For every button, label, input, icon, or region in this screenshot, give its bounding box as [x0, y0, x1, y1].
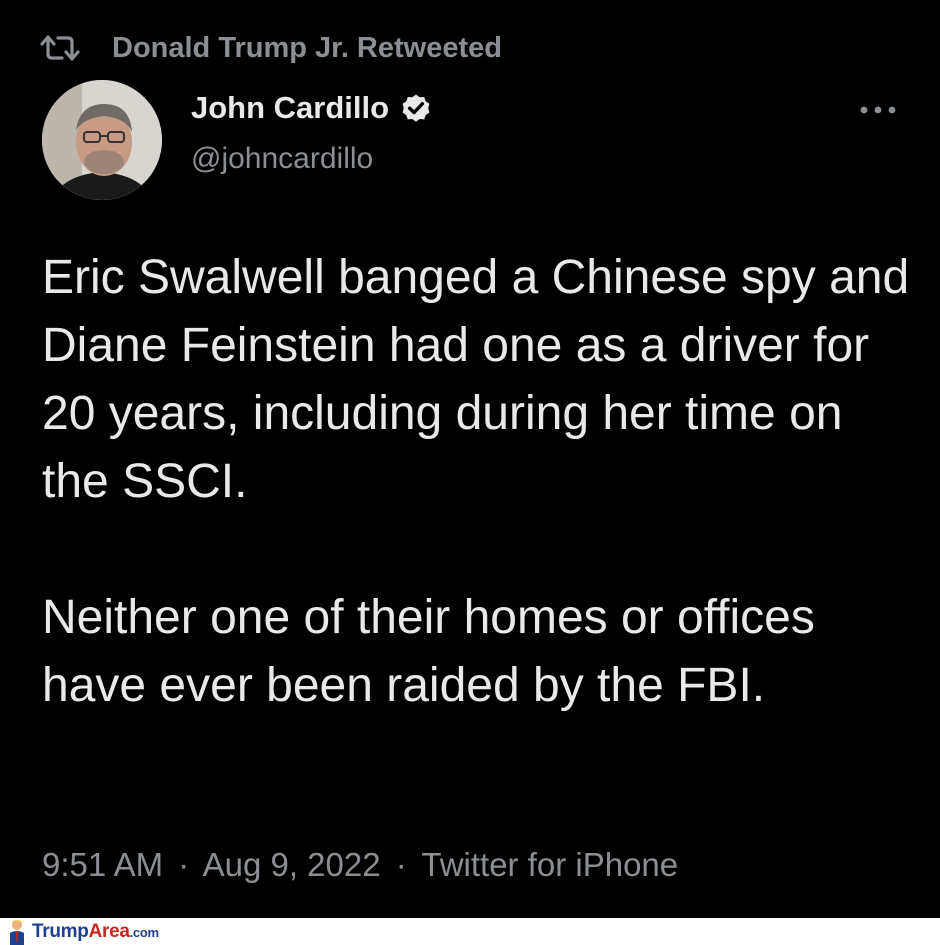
avatar-photo: [42, 80, 162, 200]
tweet-paragraph: Neither one of their homes or offices ha…: [42, 591, 815, 712]
watermark-figure-icon: [10, 920, 24, 945]
watermark-text: TrumpArea.com: [32, 921, 159, 943]
watermark: TrumpArea.com: [0, 918, 215, 945]
verified-badge-icon: [402, 94, 430, 122]
watermark-text-part: .com: [129, 924, 159, 940]
meta-separator: ·: [395, 846, 407, 883]
tweet-paragraph: Eric Swalwell banged a Chinese spy and D…: [42, 251, 910, 508]
author-name[interactable]: John Cardillo: [191, 90, 389, 126]
tweet-date[interactable]: Aug 9, 2022: [203, 846, 381, 883]
more-options-icon[interactable]: [858, 98, 898, 122]
retweet-context[interactable]: Donald Trump Jr. Retweeted: [40, 30, 502, 66]
watermark-text-part: Trump: [32, 920, 89, 942]
author-handle[interactable]: @johncardillo: [191, 142, 373, 176]
tweet-meta: 9:51 AM · Aug 9, 2022 · Twitter for iPho…: [42, 846, 678, 884]
retweet-icon: [40, 35, 80, 61]
footer-bar: TrumpArea.com: [0, 918, 940, 945]
watermark-text-part: Area: [88, 920, 130, 942]
avatar[interactable]: [42, 80, 162, 200]
tweet-source[interactable]: Twitter for iPhone: [421, 846, 678, 883]
tweet-time[interactable]: 9:51 AM: [42, 846, 163, 883]
author-name-row[interactable]: John Cardillo: [191, 90, 433, 126]
retweet-label: Donald Trump Jr. Retweeted: [112, 31, 502, 64]
meta-separator: ·: [178, 846, 190, 883]
tweet-text: Eric Swalwell banged a Chinese spy and D…: [42, 244, 922, 720]
